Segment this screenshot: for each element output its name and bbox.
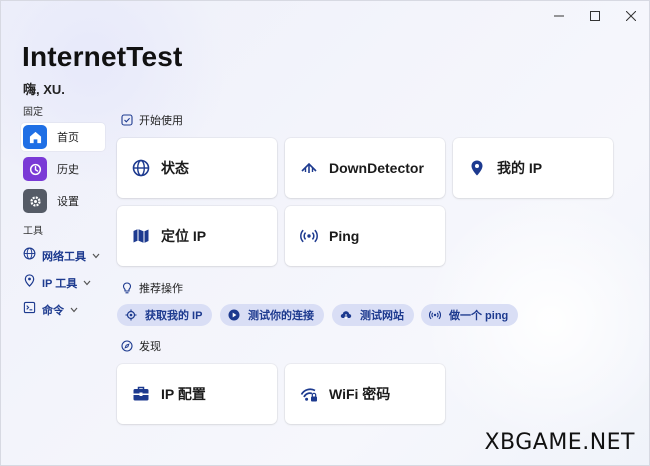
sidebar-item-ip-tools[interactable]: IP 工具 <box>23 273 91 293</box>
card-label: WiFi 密码 <box>329 386 391 402</box>
downdetector-card[interactable]: DownDetector <box>285 138 445 198</box>
pinned-section-label: 固定 <box>23 107 43 118</box>
location-pin-icon <box>467 158 487 178</box>
gear-icon <box>23 189 47 213</box>
tools-section-label: 工具 <box>23 226 43 237</box>
app-title: InternetTest <box>22 41 183 72</box>
globe-icon <box>23 247 36 265</box>
chip-label: 测试你的连接 <box>248 310 314 322</box>
compass-icon <box>121 340 133 352</box>
card-label: IP 配置 <box>161 386 206 402</box>
status-card[interactable]: 状态 <box>117 138 277 198</box>
sidebar-item-label: 设置 <box>57 196 79 208</box>
lightbulb-icon <box>121 282 133 294</box>
sidebar-item-label: 首页 <box>57 132 79 144</box>
play-icon <box>228 309 240 321</box>
maximize-button[interactable] <box>577 1 613 31</box>
wifi-lock-icon <box>299 384 319 404</box>
locate-ip-card[interactable]: 定位 IP <box>117 206 277 266</box>
ping-card[interactable]: Ping <box>285 206 445 266</box>
window-controls <box>541 1 649 31</box>
sidebar-item-label: IP 工具 <box>42 278 78 290</box>
section-title: 推荐操作 <box>139 283 183 295</box>
recommended-header: 推荐操作 <box>121 280 183 296</box>
watermark: XBGAME.NET <box>484 430 635 455</box>
map-icon <box>131 226 151 246</box>
sidebar-item-label: 网络工具 <box>42 251 86 263</box>
chip-label: 测试网站 <box>360 310 404 322</box>
my-ip-card[interactable]: 我的 IP <box>453 138 613 198</box>
ip-config-card[interactable]: IP 配置 <box>117 364 277 424</box>
chevron-down-icon <box>92 251 100 261</box>
sidebar-item-history[interactable]: 历史 <box>21 155 105 183</box>
section-title: 发现 <box>139 341 161 353</box>
card-label: Ping <box>329 228 360 244</box>
test-connection-chip[interactable]: 测试你的连接 <box>220 304 324 326</box>
chevron-down-icon <box>70 305 78 315</box>
card-label: 我的 IP <box>497 160 543 176</box>
toolbox-icon <box>131 384 151 404</box>
location-pin-icon <box>23 274 36 292</box>
chip-label: 做一个 ping <box>449 310 509 322</box>
chip-label: 获取我的 IP <box>145 310 203 322</box>
home-icon <box>23 125 47 149</box>
get-started-header: 开始使用 <box>121 112 183 128</box>
command-icon <box>23 301 36 319</box>
section-title: 开始使用 <box>139 115 183 127</box>
card-label: 状态 <box>161 160 189 176</box>
close-button[interactable] <box>613 1 649 31</box>
get-my-ip-chip[interactable]: 获取我的 IP <box>117 304 213 326</box>
sidebar-item-settings[interactable]: 设置 <box>21 187 105 215</box>
signal-icon <box>299 158 319 178</box>
checkbox-icon <box>121 114 133 126</box>
discover-header: 发现 <box>121 338 161 354</box>
card-label: 定位 IP <box>161 228 207 244</box>
sidebar-item-commands[interactable]: 命令 <box>23 300 78 320</box>
card-label: DownDetector <box>329 160 424 176</box>
sidebar-item-label: 历史 <box>57 164 79 176</box>
do-ping-chip[interactable]: 做一个 ping <box>421 304 519 326</box>
chevron-down-icon <box>83 278 91 288</box>
test-website-chip[interactable]: 测试网站 <box>332 304 414 326</box>
broadcast-icon <box>429 309 441 321</box>
broadcast-icon <box>299 226 319 246</box>
app-window: InternetTest 嗨, XU. 固定 首页 历史 设置 工具 网络工具 <box>0 0 650 466</box>
minimize-button[interactable] <box>541 1 577 31</box>
sidebar-item-network-tools[interactable]: 网络工具 <box>23 246 100 266</box>
wifi-password-card[interactable]: WiFi 密码 <box>285 364 445 424</box>
greeting: 嗨, XU. <box>23 82 65 97</box>
globe-icon <box>131 158 151 178</box>
cloud-icon <box>340 309 352 321</box>
target-icon <box>125 309 137 321</box>
sidebar-item-home[interactable]: 首页 <box>21 123 105 151</box>
sidebar-item-label: 命令 <box>42 305 64 317</box>
history-icon <box>23 157 47 181</box>
